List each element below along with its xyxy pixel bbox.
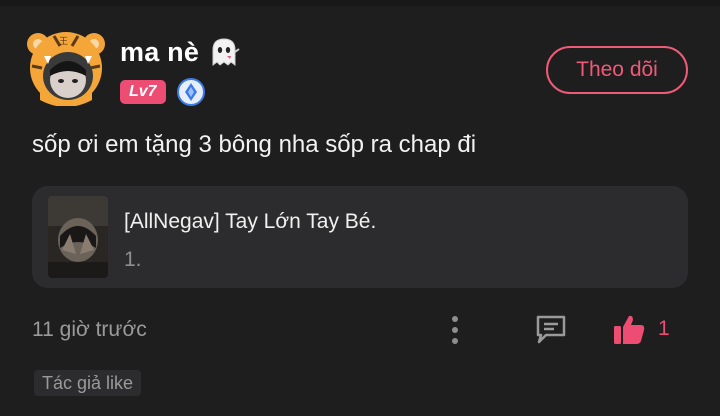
- like-count: 1: [658, 317, 670, 340]
- comment-text: sốp ơi em tặng 3 bông nha sốp ra chap đi: [32, 131, 477, 158]
- ghost-icon: [207, 35, 241, 69]
- manga-chapter: 1.: [124, 248, 142, 271]
- tiger-hood-avatar-icon: 王: [27, 32, 105, 106]
- badge-row: Lv7: [120, 78, 206, 106]
- comment-bubble-icon: [536, 315, 566, 344]
- timestamp: 11 giờ trước: [32, 318, 147, 341]
- reply-button[interactable]: [533, 312, 569, 346]
- manga-card[interactable]: [AllNegav] Tay Lớn Tay Bé. 1.: [32, 186, 688, 288]
- blue-diamond-badge-icon: [176, 77, 206, 107]
- thumbs-up-icon: [614, 315, 645, 344]
- level-badge: Lv7: [120, 80, 166, 104]
- avatar[interactable]: 王: [24, 26, 108, 106]
- manga-thumbnail: [48, 196, 108, 278]
- author-like-tag: Tác giả like: [34, 370, 142, 396]
- top-divider: [0, 0, 720, 6]
- more-options-button[interactable]: [443, 313, 467, 347]
- username-row: ma nè: [120, 34, 241, 70]
- vertical-dots-icon: [452, 316, 458, 344]
- follow-button[interactable]: Theo dõi: [546, 46, 688, 94]
- manga-title: [AllNegav] Tay Lớn Tay Bé.: [124, 210, 377, 233]
- username[interactable]: ma nè: [120, 37, 199, 68]
- svg-text:王: 王: [59, 36, 68, 47]
- like-button[interactable]: 1: [612, 310, 670, 348]
